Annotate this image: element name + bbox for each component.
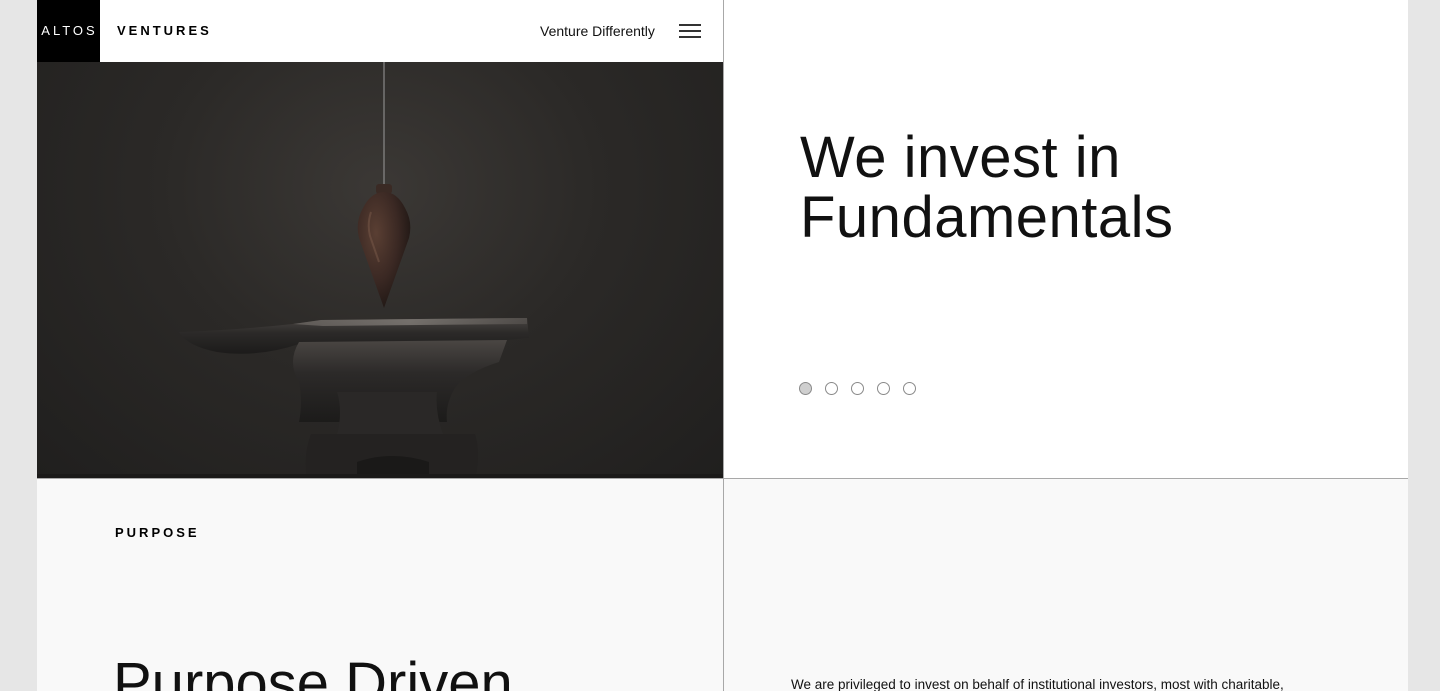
purpose-body-text: We are privileged to invest on behalf of… xyxy=(791,677,1284,691)
logo-ventures[interactable]: VENTURES xyxy=(117,0,212,62)
slide-dot-4[interactable] xyxy=(877,382,890,395)
hero-text-panel: We invest in Fundamentals xyxy=(724,0,1408,478)
hero-title: We invest in Fundamentals xyxy=(800,128,1174,248)
slide-dot-1[interactable] xyxy=(799,382,812,395)
hero-title-line-1: We invest in xyxy=(800,125,1121,190)
section-heading: Purpose Driven xyxy=(113,651,513,691)
menu-line xyxy=(679,24,701,26)
slide-dot-5[interactable] xyxy=(903,382,916,395)
site-header: ALTOS VENTURES Venture Differently xyxy=(37,0,723,62)
hero-image xyxy=(37,62,723,479)
menu-line xyxy=(679,36,701,38)
purpose-section: PURPOSE Purpose Driven xyxy=(37,479,723,691)
slide-dot-2[interactable] xyxy=(825,382,838,395)
plumb-bob-anvil-illustration xyxy=(37,62,723,479)
tagline-link[interactable]: Venture Differently xyxy=(540,0,655,62)
hamburger-menu-icon[interactable] xyxy=(679,24,701,38)
anvil xyxy=(179,318,529,479)
slide-dot-3[interactable] xyxy=(851,382,864,395)
page: ALTOS VENTURES Venture Differently We in… xyxy=(37,0,1408,691)
section-label: PURPOSE xyxy=(115,525,200,540)
plumb-bob xyxy=(357,184,411,308)
menu-line xyxy=(679,30,701,32)
logo-altos[interactable]: ALTOS xyxy=(37,0,100,62)
purpose-text-panel: We are privileged to invest on behalf of… xyxy=(724,479,1408,691)
hero-title-line-2: Fundamentals xyxy=(800,185,1174,250)
